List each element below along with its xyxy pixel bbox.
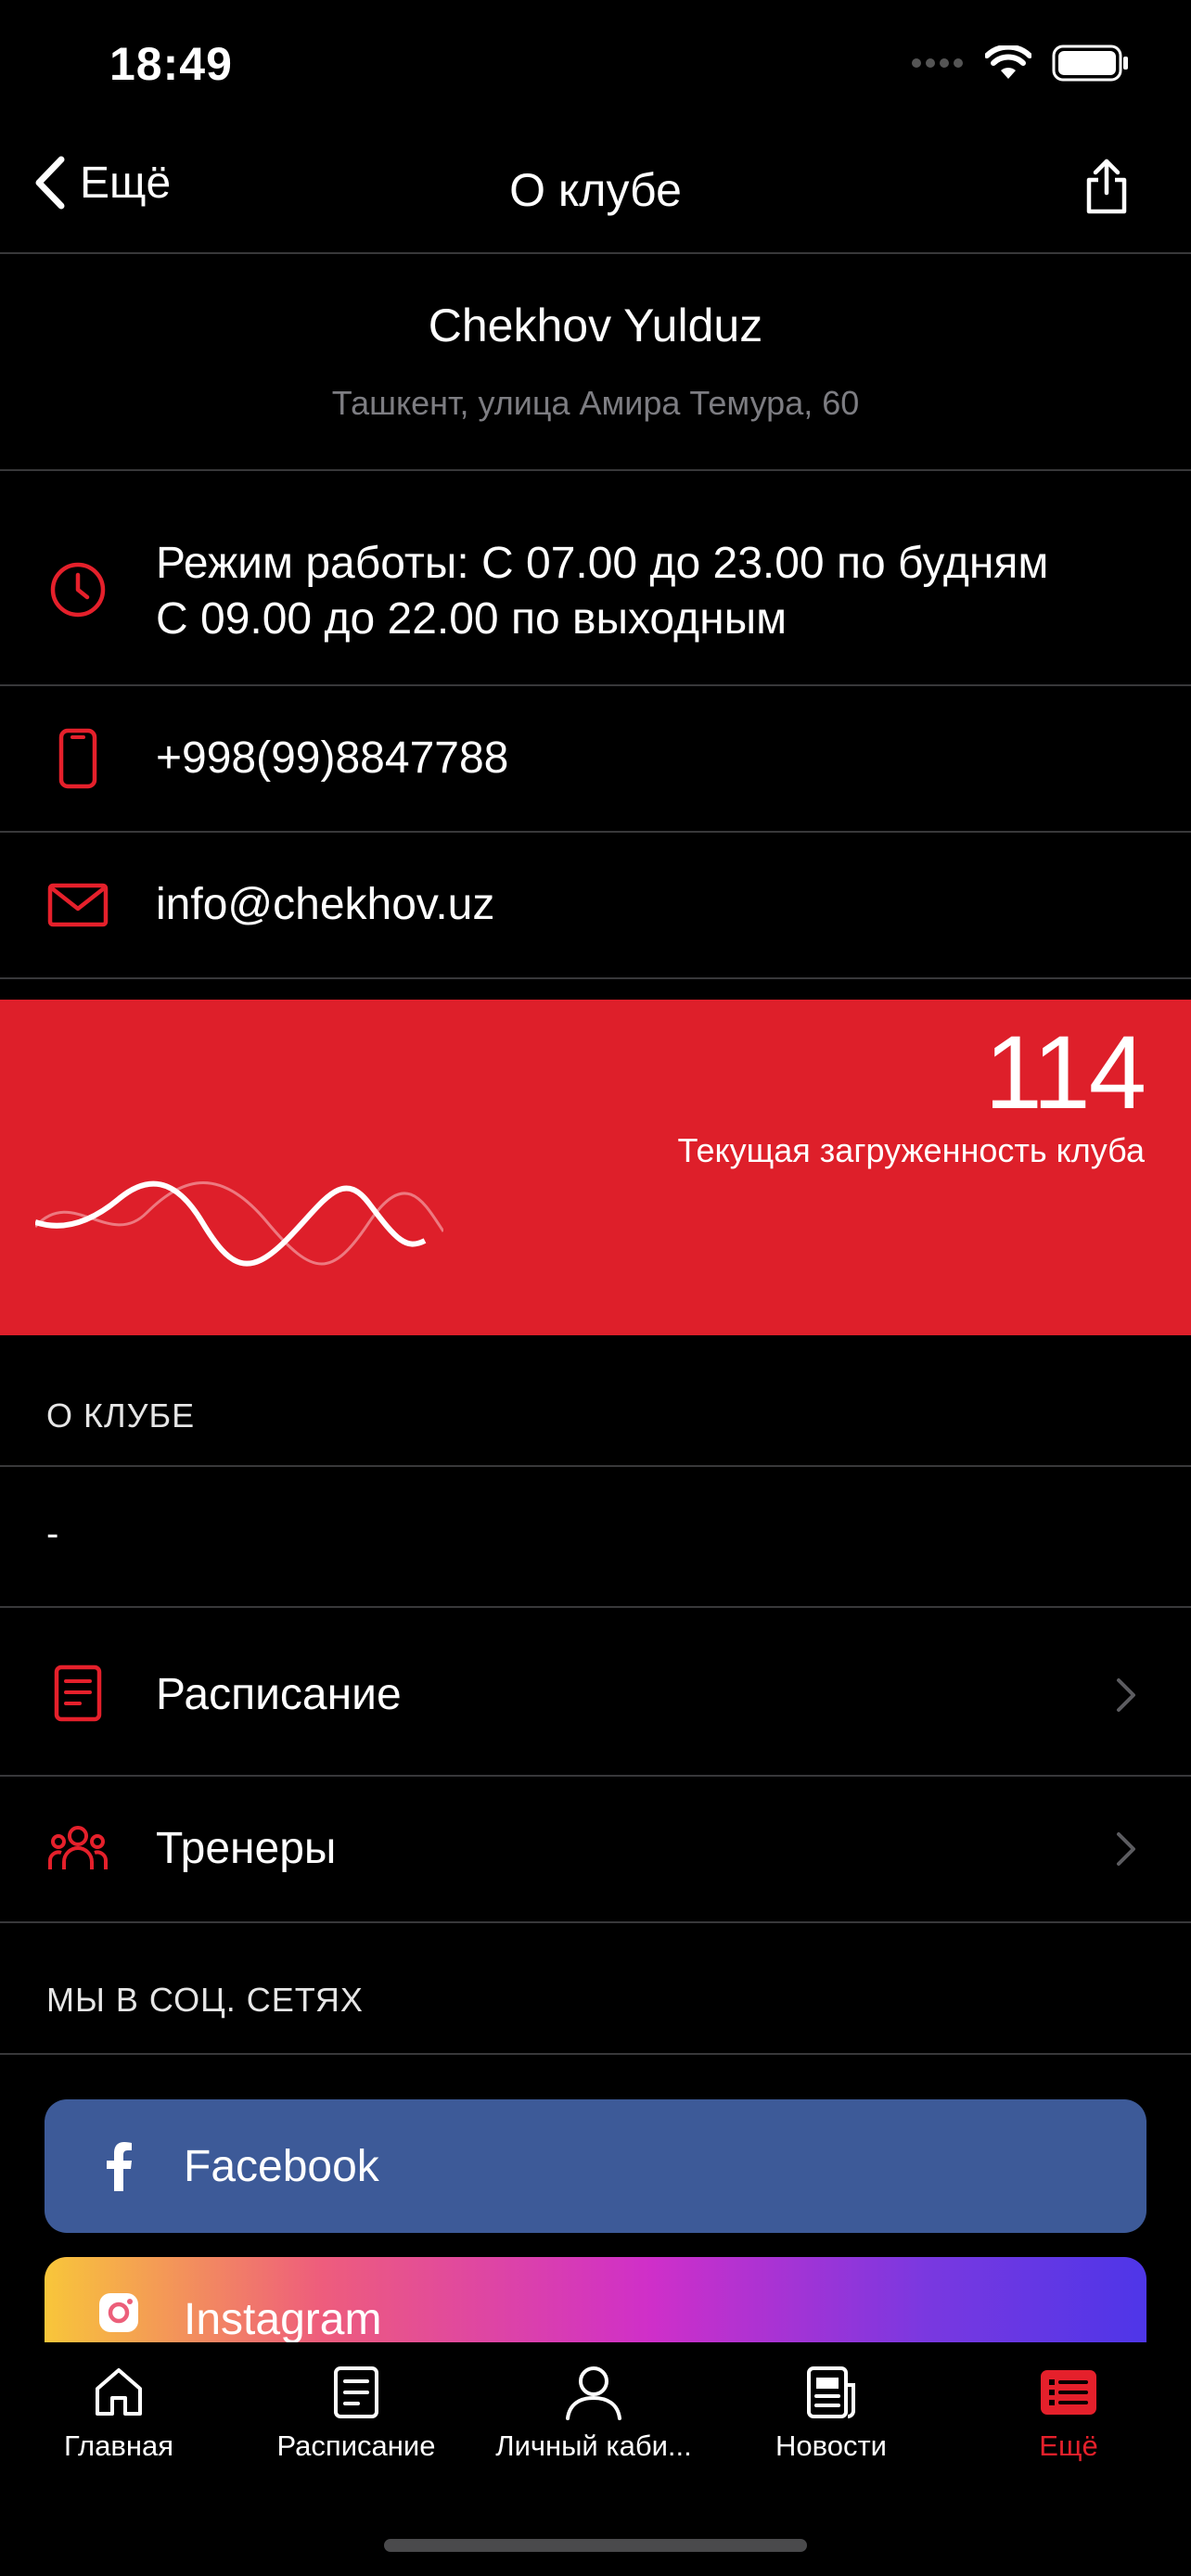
email-link[interactable]: info@chekhov.uz <box>156 877 494 933</box>
tab-more[interactable]: Ещё <box>950 2365 1187 2463</box>
tab-home-label: Главная <box>64 2429 173 2462</box>
status-indicators <box>911 45 1130 82</box>
divider <box>0 684 1191 686</box>
club-load-label: Текущая загруженность клуба <box>677 1131 1145 1169</box>
list-icon <box>1041 2370 1096 2415</box>
tab-schedule-label: Расписание <box>276 2429 436 2462</box>
facebook-icon <box>93 2140 145 2192</box>
working-hours: Режим работы: С 07.00 до 23.00 по будням… <box>156 536 1048 647</box>
home-icon <box>96 2368 142 2416</box>
trainers-row[interactable]: Тренеры <box>0 1777 1191 1921</box>
clock-icon <box>45 556 111 623</box>
divider <box>0 831 1191 833</box>
person-icon <box>566 2366 621 2420</box>
tab-more-label: Ещё <box>1039 2429 1098 2462</box>
instagram-label: Instagram <box>184 2295 382 2344</box>
tab-profile[interactable]: Личный каби... <box>475 2365 712 2463</box>
people-icon <box>45 1814 111 1881</box>
document-icon <box>334 2366 378 2418</box>
social-section-title: МЫ В СОЦ. СЕТЯХ <box>46 1981 364 2019</box>
tab-home[interactable]: Главная <box>0 2365 237 2463</box>
divider <box>0 469 1191 471</box>
divider <box>0 1921 1191 1923</box>
phone-link[interactable]: +998(99)8847788 <box>156 731 508 786</box>
chevron-right-icon <box>1117 1678 1135 1712</box>
divider <box>0 2053 1191 2055</box>
status-time: 18:49 <box>109 38 233 90</box>
wifi-icon <box>985 45 1031 79</box>
home-indicator <box>384 2539 807 2552</box>
signal-icon <box>912 58 963 68</box>
chevron-right-icon <box>1117 1832 1135 1866</box>
document-icon <box>45 1660 111 1727</box>
tab-profile-label: Личный каби... <box>495 2429 692 2462</box>
trainers-label: Тренеры <box>156 1824 337 1873</box>
share-icon <box>1086 159 1127 214</box>
share-button[interactable] <box>1083 158 1130 220</box>
divider <box>0 977 1191 979</box>
club-address: Ташкент, улица Амира Темура, 60 <box>331 384 860 422</box>
about-text: - <box>46 1513 59 1554</box>
news-icon <box>807 2366 855 2418</box>
battery-icon <box>1052 45 1128 82</box>
hours-weekdays: Режим работы: С 07.00 до 23.00 по будням <box>156 539 1049 588</box>
instagram-icon <box>93 2287 145 2339</box>
about-section-title: О КЛУБЕ <box>46 1396 196 1435</box>
page-title: О клубе <box>509 164 682 216</box>
facebook-button[interactable]: Facebook <box>45 2099 1146 2233</box>
tab-news[interactable]: Новости <box>712 2365 950 2463</box>
mail-icon <box>45 872 111 938</box>
divider <box>0 1465 1191 1467</box>
club-name: Chekhov Yulduz <box>428 300 763 351</box>
tab-news-label: Новости <box>775 2429 887 2462</box>
wave-graphic <box>35 1180 443 1267</box>
phone-icon <box>45 725 111 792</box>
schedule-label: Расписание <box>156 1670 402 1719</box>
tab-schedule[interactable]: Расписание <box>237 2365 475 2463</box>
schedule-row[interactable]: Расписание <box>0 1608 1191 1775</box>
divider <box>0 252 1191 254</box>
club-load-value: 114 <box>984 1014 1146 1130</box>
hours-weekends: С 09.00 до 22.00 по выходным <box>156 594 788 644</box>
facebook-label: Facebook <box>184 2141 379 2191</box>
